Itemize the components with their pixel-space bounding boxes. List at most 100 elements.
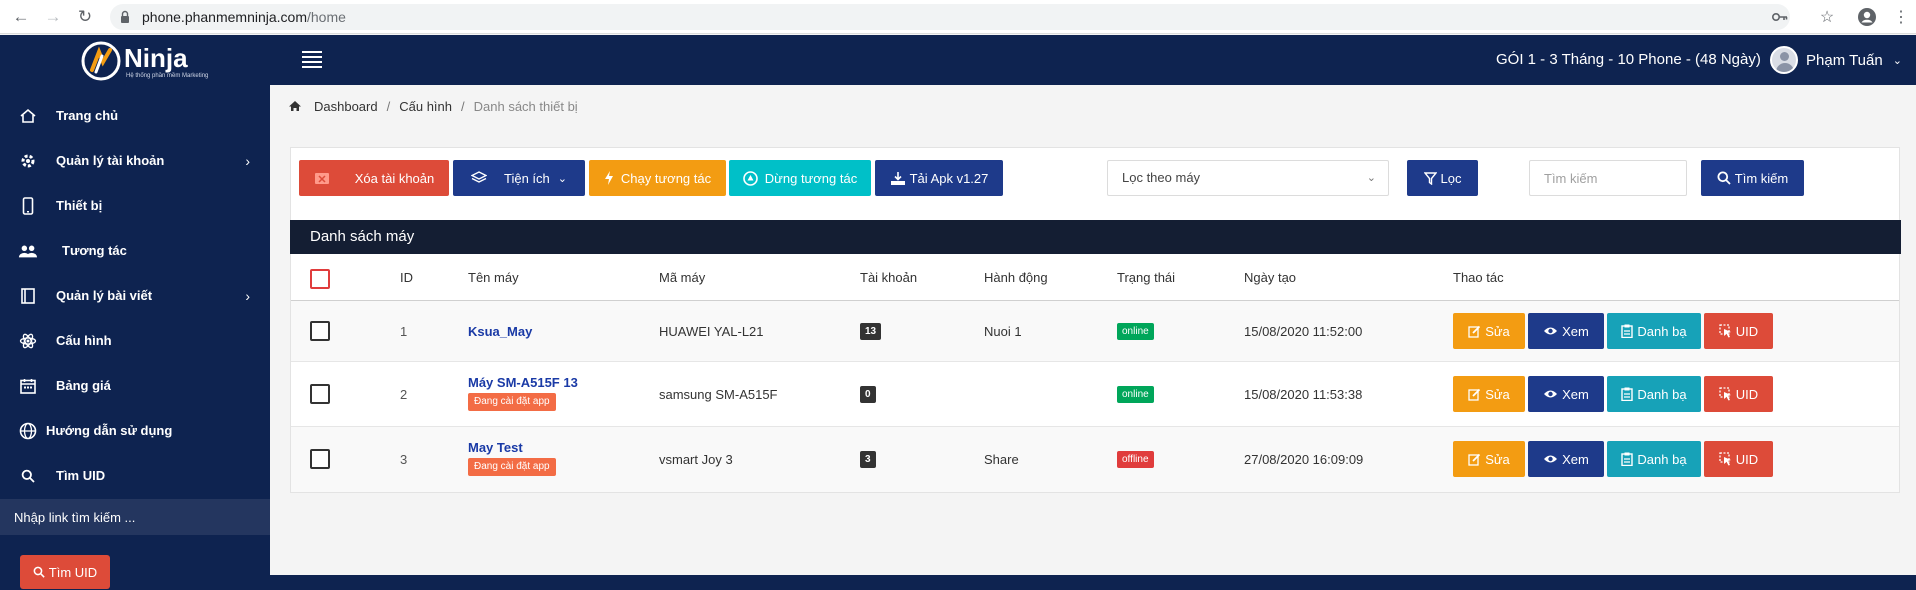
- forward-icon[interactable]: →: [38, 0, 68, 34]
- filter-button-label: Lọc: [1440, 170, 1462, 186]
- sidebar-search-input[interactable]: [0, 499, 270, 535]
- row-checkbox[interactable]: [310, 321, 330, 341]
- list-title: Danh sách máy: [290, 220, 1901, 254]
- filter-button[interactable]: Lọc: [1407, 160, 1478, 196]
- sidebar-item-find-uid[interactable]: Tìm UID: [0, 453, 270, 498]
- device-name-link[interactable]: May Test: [468, 440, 523, 455]
- uid-button[interactable]: UID: [1704, 313, 1773, 349]
- find-uid-button[interactable]: Tìm UID: [20, 555, 110, 589]
- status-badge: online: [1117, 323, 1154, 340]
- chevron-right-icon: ›: [245, 152, 250, 169]
- cursor-select-icon: [1719, 387, 1732, 401]
- download-apk-button[interactable]: Tải Apk v1.27: [875, 160, 1003, 196]
- user-name: Phạm Tuấn: [1806, 51, 1883, 69]
- edit-button[interactable]: Sửa: [1453, 313, 1525, 349]
- run-interaction-button[interactable]: Chạy tương tác: [589, 160, 726, 196]
- sidebar-item-devices[interactable]: Thiết bị: [0, 183, 270, 228]
- reload-icon[interactable]: ↻: [70, 0, 100, 34]
- gear-icon: [18, 151, 38, 171]
- column-header-name: Tên máy: [468, 270, 519, 285]
- stop-interaction-label: Dừng tương tác: [764, 170, 858, 186]
- chevron-down-icon: ⌄: [1366, 172, 1376, 184]
- back-icon[interactable]: ←: [6, 0, 36, 34]
- view-button-label: Xem: [1562, 323, 1589, 339]
- select-all-checkbox[interactable]: [310, 269, 330, 289]
- breadcrumb-dashboard[interactable]: Dashboard: [314, 99, 378, 114]
- phone-icon: [18, 196, 38, 216]
- utilities-label: Tiện ích: [504, 170, 550, 186]
- view-button[interactable]: Xem: [1528, 313, 1604, 349]
- search-input[interactable]: [1529, 160, 1687, 196]
- sidebar-item-config[interactable]: Cấu hình: [0, 318, 270, 363]
- edit-icon: [1468, 453, 1481, 466]
- contacts-button[interactable]: Danh bạ: [1607, 313, 1701, 349]
- edit-icon: [1468, 388, 1481, 401]
- device-model: vsmart Joy 3: [659, 452, 733, 467]
- view-button[interactable]: Xem: [1528, 441, 1604, 477]
- account-count-badge: 13: [860, 323, 882, 340]
- uid-button[interactable]: UID: [1704, 441, 1773, 477]
- stop-interaction-button[interactable]: Dừng tương tác: [729, 160, 871, 196]
- edit-button[interactable]: Sửa: [1453, 376, 1525, 412]
- account-circle-icon[interactable]: [1852, 0, 1882, 34]
- atom-icon: [18, 331, 38, 351]
- plan-info: GÓI 1 - 3 Tháng - 10 Phone - (48 Ngày): [1496, 51, 1761, 68]
- edit-button[interactable]: Sửa: [1453, 441, 1525, 477]
- column-header-accounts: Tài khoản: [860, 270, 918, 285]
- sidebar-item-posts[interactable]: Quản lý bài viết ›: [0, 273, 270, 318]
- url-text: phone.phanmemninja.com/home: [142, 4, 346, 30]
- utilities-dropdown-button[interactable]: Tiện ích ⌄: [453, 160, 585, 196]
- eye-icon: [1543, 326, 1558, 336]
- sidebar-item-guide[interactable]: Hướng dẫn sử dụng: [0, 408, 270, 453]
- ninja-logo-icon: [81, 41, 121, 81]
- sidebar-item-account-management[interactable]: Quản lý tài khoản ›: [0, 138, 270, 183]
- clipboard-icon: [1621, 452, 1634, 466]
- search-button[interactable]: Tìm kiếm: [1701, 160, 1804, 196]
- contacts-button-label: Danh bạ: [1637, 386, 1687, 402]
- breadcrumb-current: Danh sách thiết bị: [473, 98, 578, 114]
- sidebar-item-label: Tương tác: [62, 243, 127, 258]
- breadcrumb-config[interactable]: Cấu hình: [399, 99, 452, 114]
- sidebar-item-pricing[interactable]: Bảng giá: [0, 363, 270, 408]
- clipboard-icon: [1621, 324, 1634, 338]
- key-icon[interactable]: [1765, 0, 1795, 34]
- hamburger-icon[interactable]: [302, 51, 322, 69]
- main-content: Dashboard / Cấu hình / Danh sách thiết b…: [270, 85, 1916, 575]
- view-button[interactable]: Xem: [1528, 376, 1604, 412]
- users-icon: [18, 241, 38, 261]
- device-name-link[interactable]: Máy SM-A515F 13: [468, 375, 578, 390]
- globe-icon: [18, 421, 38, 441]
- layers-icon: [471, 171, 487, 185]
- column-header-operations: Thao tác: [1453, 270, 1504, 285]
- cursor-select-icon: [1719, 452, 1732, 466]
- uid-button[interactable]: UID: [1704, 376, 1773, 412]
- home-icon[interactable]: [288, 100, 302, 112]
- row-checkbox[interactable]: [310, 384, 330, 404]
- row-checkbox[interactable]: [310, 449, 330, 469]
- calendar-icon: [18, 376, 38, 396]
- eye-icon: [1543, 389, 1558, 399]
- bolt-icon: [604, 171, 614, 185]
- find-uid-button-label: Tìm UID: [48, 564, 98, 580]
- device-name-link[interactable]: Ksua_May: [468, 324, 532, 339]
- user-menu[interactable]: Phạm Tuấn ⌄: [1770, 42, 1902, 78]
- delete-account-button[interactable]: Xóa tài khoản: [299, 160, 449, 196]
- view-button-label: Xem: [1562, 386, 1589, 402]
- sidebar-item-home[interactable]: Trang chủ: [0, 93, 270, 138]
- star-icon[interactable]: ☆: [1812, 0, 1842, 34]
- address-bar[interactable]: phone.phanmemninja.com/home: [110, 4, 1790, 30]
- sidebar-item-label: Bảng giá: [56, 378, 111, 393]
- logo-text: Ninja: [124, 43, 188, 73]
- account-count-badge: 0: [860, 386, 876, 403]
- uid-button-label: UID: [1735, 323, 1759, 339]
- contacts-button[interactable]: Danh bạ: [1607, 376, 1701, 412]
- sidebar-item-interaction[interactable]: Tương tác: [0, 228, 270, 273]
- device-filter-select[interactable]: Lọc theo máy ⌄: [1107, 160, 1389, 196]
- edit-button-label: Sửa: [1485, 386, 1510, 402]
- more-vert-icon[interactable]: ⋮: [1886, 0, 1916, 34]
- contacts-button[interactable]: Danh bạ: [1607, 441, 1701, 477]
- breadcrumb: Dashboard / Cấu hình / Danh sách thiết b…: [288, 97, 578, 115]
- row-action: Nuoi 1: [984, 324, 1022, 339]
- logo[interactable]: Ninja Hệ thống phần mềm Marketing: [80, 40, 208, 82]
- device-model: samsung SM-A515F: [659, 387, 778, 402]
